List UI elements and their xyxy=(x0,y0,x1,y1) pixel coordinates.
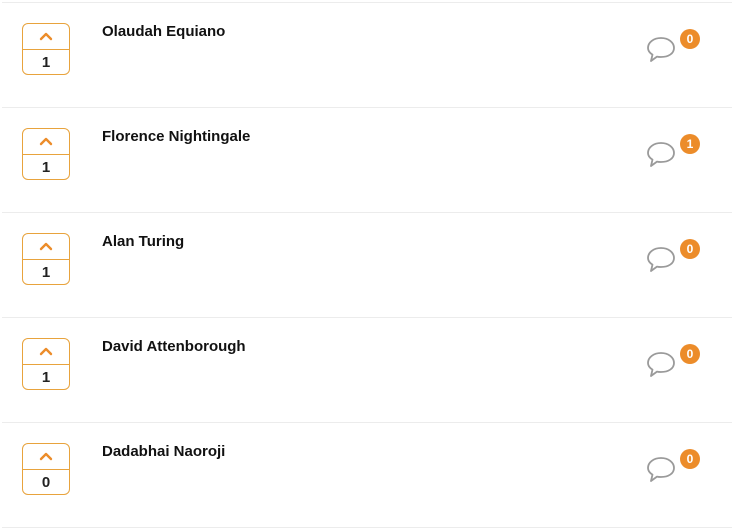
vote-count: 1 xyxy=(41,264,51,281)
comment-count-badge: 1 xyxy=(680,134,700,154)
upvote-button[interactable] xyxy=(23,234,69,260)
vote-box: 0 xyxy=(22,443,70,495)
item-title[interactable]: David Attenborough xyxy=(102,338,246,355)
speech-bubble-icon xyxy=(647,247,675,272)
vote-box: 1 xyxy=(22,128,70,180)
comment-count-badge: 0 xyxy=(680,344,700,364)
vote-box: 1 xyxy=(22,338,70,390)
upvote-button[interactable] xyxy=(23,339,69,365)
list-item: 1 David Attenborough 0 xyxy=(2,317,732,422)
comment-count-badge: 0 xyxy=(680,239,700,259)
item-title[interactable]: Alan Turing xyxy=(102,233,184,250)
chevron-up-icon xyxy=(39,452,53,461)
comments-button[interactable]: 0 xyxy=(646,449,706,489)
chevron-up-icon xyxy=(39,137,53,146)
item-title[interactable]: Florence Nightingale xyxy=(102,128,250,145)
comments-button[interactable]: 0 xyxy=(646,239,706,279)
list-item: 1 Olaudah Equiano 0 xyxy=(2,2,732,107)
comment-count-badge: 0 xyxy=(680,29,700,49)
chevron-up-icon xyxy=(39,242,53,251)
comments-button[interactable]: 0 xyxy=(646,344,706,384)
upvote-button[interactable] xyxy=(23,129,69,155)
item-title[interactable]: Olaudah Equiano xyxy=(102,23,225,40)
vote-count: 1 xyxy=(41,369,51,386)
vote-count: 1 xyxy=(41,54,51,71)
comments-button[interactable]: 1 xyxy=(646,134,706,174)
list-item: 1 Florence Nightingale 1 xyxy=(2,107,732,212)
vote-box: 1 xyxy=(22,233,70,285)
item-title[interactable]: Dadabhai Naoroji xyxy=(102,443,225,460)
speech-bubble-icon xyxy=(647,352,675,377)
comment-count-badge: 0 xyxy=(680,449,700,469)
suggestion-list: 1 Olaudah Equiano 0 1 Florence Nightinga… xyxy=(2,2,732,528)
list-item: 0 Dadabhai Naoroji 0 xyxy=(2,422,732,528)
upvote-button[interactable] xyxy=(23,444,69,470)
speech-bubble-icon xyxy=(647,142,675,167)
speech-bubble-icon xyxy=(647,37,675,62)
vote-count: 0 xyxy=(41,474,51,491)
comments-button[interactable]: 0 xyxy=(646,29,706,69)
vote-box: 1 xyxy=(22,23,70,75)
list-item: 1 Alan Turing 0 xyxy=(2,212,732,317)
chevron-up-icon xyxy=(39,32,53,41)
chevron-up-icon xyxy=(39,347,53,356)
upvote-button[interactable] xyxy=(23,24,69,50)
speech-bubble-icon xyxy=(647,457,675,482)
vote-count: 1 xyxy=(41,159,51,176)
